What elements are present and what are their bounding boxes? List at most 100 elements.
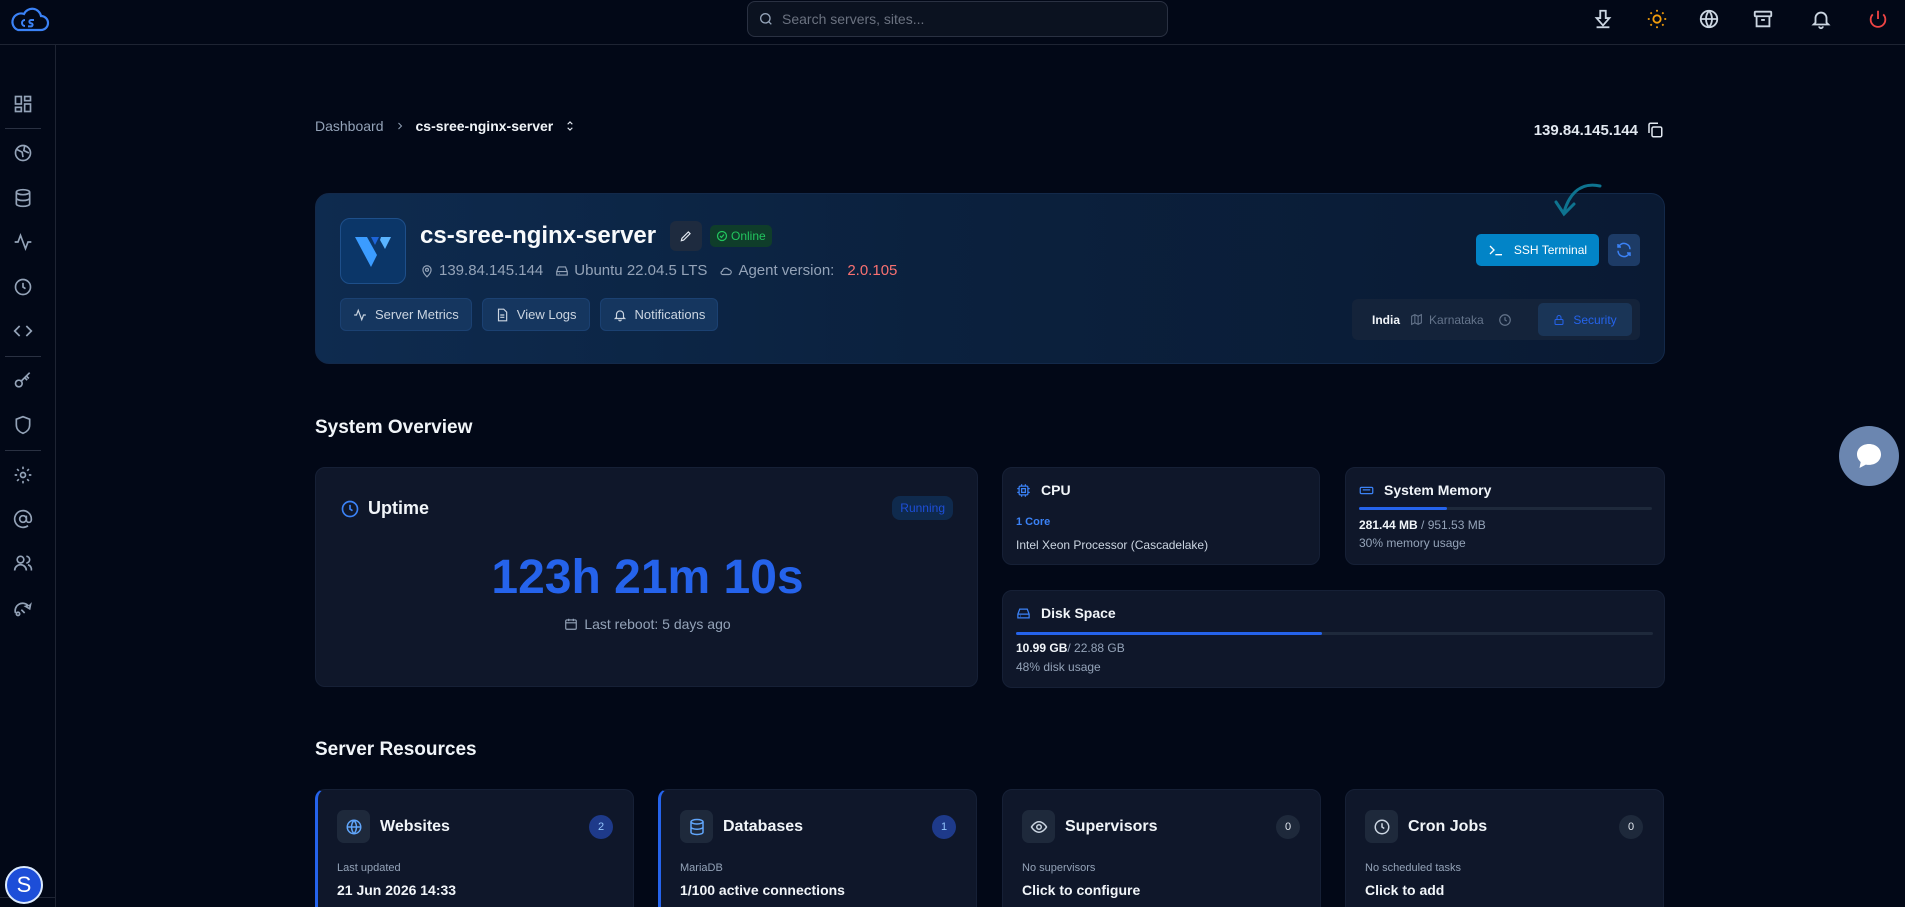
memory-card: System Memory 281.44 MB / 951.53 MB 30% …: [1345, 467, 1665, 565]
clock-icon: [1373, 818, 1391, 836]
resource-card-databases[interactable]: Databases 1 MariaDB 1/100 active connect…: [658, 789, 977, 907]
last-reboot: Last reboot: 5 days ago: [316, 616, 979, 632]
key-icon[interactable]: [13, 371, 33, 391]
memory-title: System Memory: [1384, 482, 1492, 498]
ssh-terminal-button[interactable]: SSH Terminal: [1476, 234, 1599, 266]
globe-icon[interactable]: [1698, 8, 1720, 30]
view-logs-label: View Logs: [516, 307, 577, 322]
search-icon: [758, 11, 774, 27]
at-sign-icon[interactable]: [13, 509, 33, 529]
websites-icon[interactable]: [13, 143, 33, 163]
breadcrumb-current[interactable]: cs-sree-nginx-server: [416, 118, 554, 134]
power-icon[interactable]: [1867, 8, 1889, 30]
database-icon: [688, 818, 706, 836]
check-circle-icon: [716, 230, 728, 242]
settings-icon[interactable]: [13, 465, 33, 485]
clock-icon[interactable]: [13, 277, 33, 297]
file-text-icon: [495, 308, 509, 322]
ssh-terminal-label: SSH Terminal: [1513, 243, 1588, 257]
clock-icon: [1498, 313, 1512, 327]
download-icon[interactable]: [1592, 8, 1614, 30]
last-reboot-text: Last reboot: 5 days ago: [584, 616, 731, 632]
location-panel: India Karnataka Security: [1352, 299, 1640, 340]
resource-detail: Click to configure: [1022, 882, 1141, 898]
chevrons-up-down-icon[interactable]: [563, 119, 577, 133]
resource-icon-box: [1022, 810, 1055, 843]
cs-cloud-logo-icon[interactable]: [8, 6, 50, 36]
global-search[interactable]: [747, 1, 1168, 37]
hard-drive-icon: [1016, 606, 1031, 621]
edit-name-button[interactable]: [670, 221, 702, 251]
refresh-button[interactable]: [1608, 234, 1640, 266]
server-meta: 139.84.145.144 Ubuntu 22.04.5 LTS Agent …: [420, 262, 909, 279]
system-overview-title: System Overview: [315, 417, 473, 438]
sidebar: [0, 45, 56, 907]
server-metrics-button[interactable]: Server Metrics: [340, 298, 472, 331]
activity-icon[interactable]: [13, 232, 33, 252]
archive-icon[interactable]: [1752, 8, 1774, 30]
bell-icon[interactable]: [1810, 8, 1832, 30]
resource-card-supervisors[interactable]: Supervisors 0 No supervisors Click to co…: [1002, 789, 1321, 907]
resource-detail: Click to add: [1365, 882, 1445, 898]
cpu-model: Intel Xeon Processor (Cascadelake): [1016, 538, 1209, 552]
avatar[interactable]: S: [5, 866, 43, 904]
cpu-title: CPU: [1041, 482, 1071, 498]
lock-icon: [1553, 314, 1565, 326]
activity-icon: [353, 308, 367, 322]
uptime-title-text: Uptime: [368, 498, 430, 518]
disk-total: / 22.88 GB: [1067, 641, 1125, 655]
meta-os-text: Ubuntu 22.04.5 LTS: [574, 262, 708, 279]
resource-subtitle: No scheduled tasks: [1365, 862, 1461, 874]
agent-version: 2.0.105: [847, 262, 898, 279]
code-icon[interactable]: [13, 321, 33, 341]
disk-title: Disk Space: [1041, 605, 1116, 621]
security-label: Security: [1573, 312, 1617, 327]
meta-ip: 139.84.145.144: [420, 262, 543, 279]
sidebar-divider: [5, 450, 41, 451]
users-icon[interactable]: [13, 553, 33, 573]
disk-heading: Disk Space: [1016, 605, 1116, 621]
sidebar-divider: [5, 356, 41, 357]
dashboard-icon[interactable]: [13, 94, 33, 114]
deploy-icon[interactable]: [13, 598, 33, 618]
eye-icon: [1030, 818, 1048, 836]
server-metrics-label: Server Metrics: [375, 307, 459, 322]
databases-icon[interactable]: [13, 188, 33, 208]
server-ip-copy[interactable]: 139.84.145.144: [1534, 121, 1664, 139]
view-logs-button[interactable]: View Logs: [481, 298, 590, 331]
clock-icon: [340, 499, 360, 519]
resource-title: Supervisors: [1065, 818, 1158, 835]
uptime-card: Uptime Running 123h 21m 10s Last reboot:…: [315, 467, 978, 687]
sun-icon[interactable]: [1646, 8, 1668, 30]
resource-subtitle: MariaDB: [680, 862, 723, 874]
memory-usage-line: 281.44 MB / 951.53 MB: [1359, 518, 1486, 532]
disk-card: Disk Space 10.99 GB/ 22.88 GB 48% disk u…: [1002, 590, 1665, 688]
pencil-icon: [679, 229, 693, 243]
resource-card-websites[interactable]: Websites 2 Last updated 21 Jun 2026 14:3…: [315, 789, 634, 907]
notifications-label: Notifications: [634, 307, 706, 322]
server-name: cs-sree-nginx-server: [420, 222, 657, 249]
meta-ip-text: 139.84.145.144: [439, 262, 544, 279]
cpu-heading: CPU: [1016, 482, 1071, 498]
server-resources-title: Server Resources: [315, 739, 477, 760]
resource-title: Websites: [380, 818, 450, 835]
disk-usage-line: 10.99 GB/ 22.88 GB: [1016, 641, 1125, 655]
running-badge: Running: [892, 496, 953, 520]
resource-count: 0: [1276, 815, 1300, 839]
search-input[interactable]: [782, 11, 1142, 27]
notifications-button[interactable]: Notifications: [599, 298, 719, 331]
resource-icon-box: [1365, 810, 1398, 843]
location-region: Karnataka: [1410, 313, 1484, 327]
security-button[interactable]: Security: [1538, 303, 1632, 336]
map-pin-icon: [420, 264, 434, 278]
cpu-card: CPU 1 Core Intel Xeon Processor (Cascade…: [1002, 467, 1320, 565]
top-bar: [0, 0, 1905, 45]
resource-card-cron-jobs[interactable]: Cron Jobs 0 No scheduled tasks Click to …: [1345, 789, 1664, 907]
chat-widget-button[interactable]: [1839, 426, 1899, 486]
breadcrumb-dashboard-link[interactable]: Dashboard: [315, 118, 384, 134]
shield-icon[interactable]: [13, 415, 33, 435]
meta-os: Ubuntu 22.04.5 LTS: [555, 262, 707, 279]
copy-icon[interactable]: [1646, 121, 1664, 139]
disk-used: 10.99 GB: [1016, 641, 1068, 655]
memory-bar: [1359, 507, 1652, 510]
